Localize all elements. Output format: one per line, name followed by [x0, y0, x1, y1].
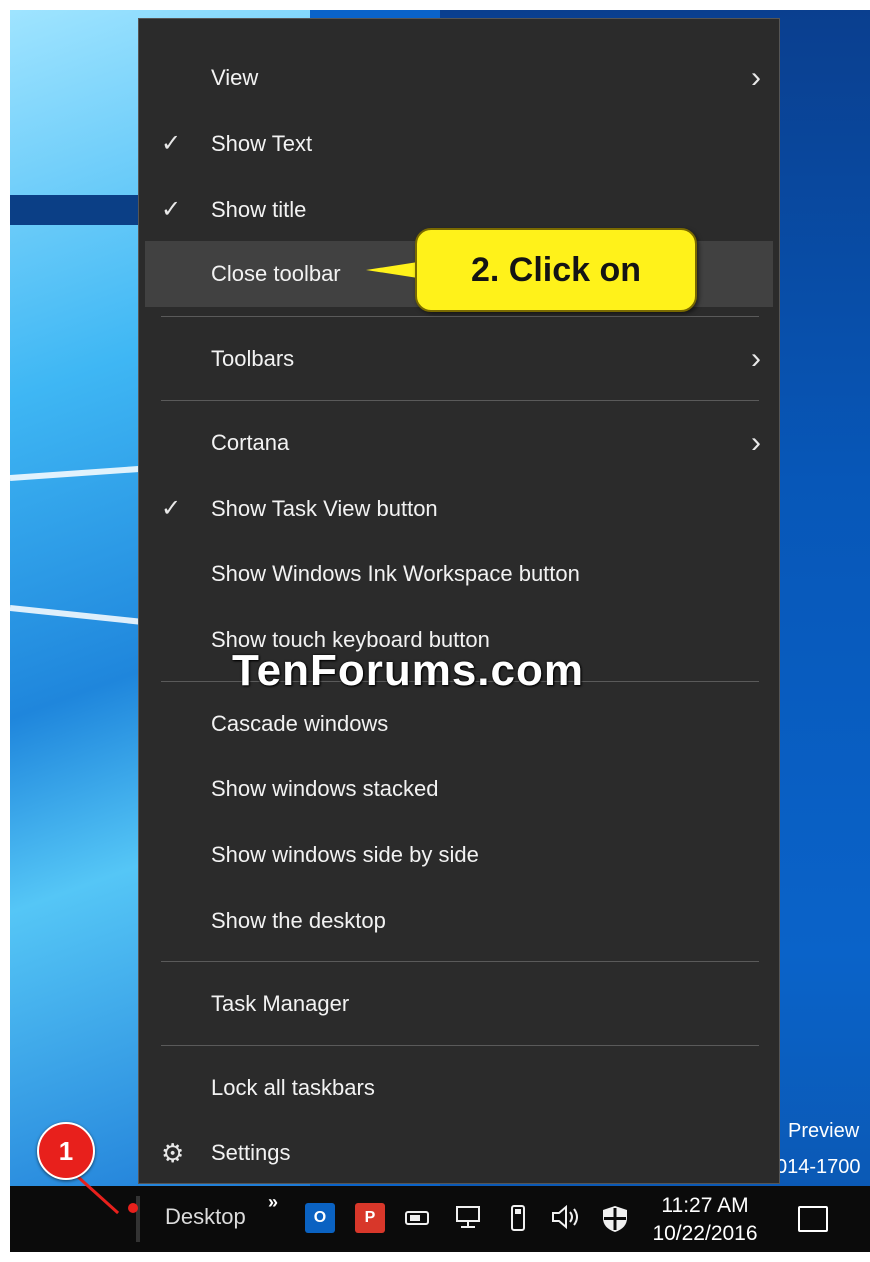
wallpaper-band: [10, 195, 150, 225]
callout-pointer: [366, 262, 418, 278]
menu-item-view[interactable]: View ›: [139, 45, 779, 111]
menu-item-label: Show windows side by side: [211, 842, 479, 867]
toolbar-drag-handle[interactable]: [136, 1196, 140, 1242]
chevron-right-icon: ›: [751, 426, 761, 459]
menu-item-label: Cascade windows: [211, 711, 389, 736]
menu-item-task-manager[interactable]: Task Manager: [139, 971, 779, 1037]
menu-item-show-ink-workspace-button[interactable]: Show Windows Ink Workspace button: [139, 541, 779, 607]
desktop-watermark-line1: Preview: [788, 1120, 860, 1142]
outlook-icon[interactable]: O: [305, 1203, 335, 1233]
menu-item-label: Cortana: [211, 430, 290, 455]
action-center-icon[interactable]: [798, 1206, 828, 1232]
menu-item-label: Show Text: [211, 131, 313, 156]
menu-divider: [161, 961, 759, 962]
menu-item-show-the-desktop[interactable]: Show the desktop: [139, 888, 779, 954]
desktop-screen: Preview 014-1700 View › ✓ Show Text ✓ Sh…: [10, 10, 870, 1252]
menu-item-label: Settings: [211, 1140, 291, 1165]
menu-item-lock-all-taskbars[interactable]: Lock all taskbars: [139, 1055, 779, 1121]
menu-item-label: Show Windows Ink Workspace button: [211, 561, 580, 586]
menu-divider: [161, 316, 759, 317]
menu-item-label: Lock all taskbars: [211, 1075, 375, 1100]
app-icon[interactable]: P: [355, 1203, 385, 1233]
clock-time: 11:27 AM: [661, 1194, 749, 1217]
menu-item-settings[interactable]: ⚙ Settings: [139, 1120, 779, 1186]
gear-icon: ⚙: [161, 1138, 185, 1168]
checkmark-icon: ✓: [161, 196, 182, 223]
taskbar-context-menu: View › ✓ Show Text ✓ Show title Close to…: [138, 18, 780, 1184]
menu-item-toolbars[interactable]: Toolbars ›: [139, 326, 779, 392]
chevron-right-icon: ›: [751, 61, 761, 94]
network-icon[interactable]: [453, 1204, 483, 1237]
menu-item-label: View: [211, 65, 259, 90]
callout-bubble: 2. Click on: [415, 228, 697, 312]
site-watermark: TenForums.com: [232, 646, 585, 695]
menu-item-show-task-view-button[interactable]: ✓ Show Task View button: [139, 476, 779, 542]
menu-item-label: Close toolbar: [211, 261, 341, 286]
badge-pointer-dot: [128, 1203, 138, 1213]
usb-device-icon[interactable]: [505, 1204, 531, 1239]
windows-defender-shield-icon[interactable]: [600, 1204, 630, 1241]
desktop-watermark-line2: 014-1700: [776, 1156, 861, 1178]
toolbar-overflow-icon[interactable]: »: [268, 1192, 278, 1213]
step-badge: 1: [37, 1122, 95, 1180]
volume-icon[interactable]: [550, 1204, 584, 1237]
clock-date: 10/22/2016: [652, 1222, 758, 1245]
menu-item-show-windows-stacked[interactable]: Show windows stacked: [139, 756, 779, 822]
menu-divider: [161, 1045, 759, 1046]
menu-item-show-text[interactable]: ✓ Show Text: [139, 111, 779, 177]
checkmark-icon: ✓: [161, 130, 182, 157]
menu-item-label: Show Task View button: [211, 496, 438, 521]
taskbar: Desktop » O P 11:27 AM 10/22/2016: [10, 1186, 870, 1252]
menu-item-cascade-windows[interactable]: Cascade windows: [139, 691, 779, 757]
chevron-right-icon: ›: [751, 342, 761, 375]
menu-divider: [161, 400, 759, 401]
menu-item-label: Toolbars: [211, 346, 295, 371]
system-clock[interactable]: 11:27 AM 10/22/2016: [650, 1192, 760, 1248]
menu-item-label: Show windows stacked: [211, 776, 439, 801]
menu-item-show-windows-side-by-side[interactable]: Show windows side by side: [139, 822, 779, 888]
desktop-toolbar-label[interactable]: Desktop: [165, 1204, 246, 1230]
pen-workspace-icon[interactable]: [402, 1204, 432, 1237]
checkmark-icon: ✓: [161, 495, 182, 522]
menu-item-label: Show the desktop: [211, 908, 386, 933]
menu-item-cortana[interactable]: Cortana ›: [139, 410, 779, 476]
menu-item-label: Show title: [211, 197, 307, 222]
menu-item-label: Task Manager: [211, 991, 350, 1016]
